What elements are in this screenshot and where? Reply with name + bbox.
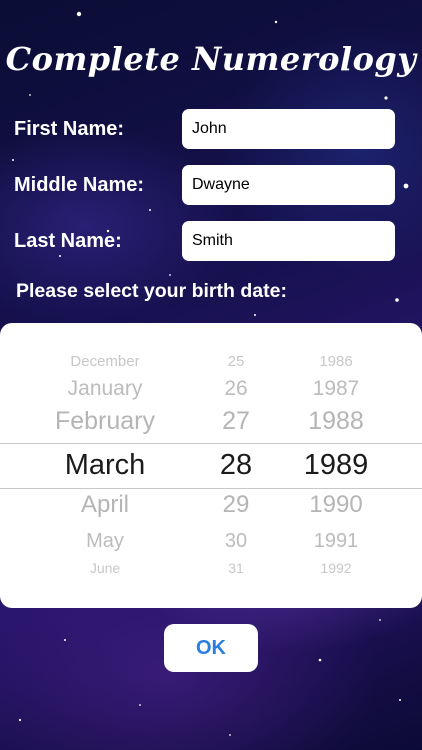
- month-option[interactable]: April: [20, 493, 190, 517]
- day-option[interactable]: 31: [206, 561, 266, 575]
- month-option-selected[interactable]: March: [20, 451, 190, 480]
- selection-top-line: [0, 443, 422, 444]
- day-option[interactable]: 27: [206, 409, 266, 434]
- month-wheel[interactable]: December January February March April Ma…: [20, 323, 190, 608]
- middle-name-label: Middle Name:: [14, 174, 145, 196]
- day-option[interactable]: 30: [206, 531, 266, 551]
- last-name-label: Last Name:: [14, 230, 122, 252]
- year-option[interactable]: 1988: [286, 409, 386, 434]
- first-name-field[interactable]: [182, 109, 395, 149]
- day-option[interactable]: 29: [206, 493, 266, 517]
- day-option-selected[interactable]: 28: [206, 451, 266, 480]
- birth-date-prompt: Please select your birth date:: [16, 280, 287, 302]
- year-option[interactable]: 1987: [286, 378, 386, 399]
- month-option[interactable]: January: [20, 378, 190, 399]
- month-option[interactable]: June: [20, 561, 190, 575]
- first-name-label: First Name:: [14, 118, 125, 140]
- year-option[interactable]: 1992: [286, 561, 386, 575]
- middle-name-field[interactable]: [182, 165, 395, 205]
- year-option[interactable]: 1991: [286, 531, 386, 551]
- day-option[interactable]: 26: [206, 378, 266, 399]
- month-option[interactable]: February: [20, 409, 190, 434]
- year-wheel[interactable]: 1986 1987 1988 1989 1990 1991 1992: [286, 323, 386, 608]
- selection-bottom-line: [0, 488, 422, 489]
- year-option[interactable]: 1990: [286, 493, 386, 517]
- ok-button[interactable]: OK: [164, 624, 258, 672]
- day-option[interactable]: 25: [206, 354, 266, 369]
- year-option[interactable]: 1986: [286, 354, 386, 369]
- birth-date-picker[interactable]: December January February March April Ma…: [0, 323, 422, 608]
- month-option[interactable]: May: [20, 531, 190, 551]
- month-option[interactable]: December: [20, 354, 190, 369]
- day-wheel[interactable]: 25 26 27 28 29 30 31: [206, 323, 266, 608]
- year-option-selected[interactable]: 1989: [286, 451, 386, 480]
- last-name-field[interactable]: [182, 221, 395, 261]
- app-title: Complete Numerology: [5, 40, 417, 78]
